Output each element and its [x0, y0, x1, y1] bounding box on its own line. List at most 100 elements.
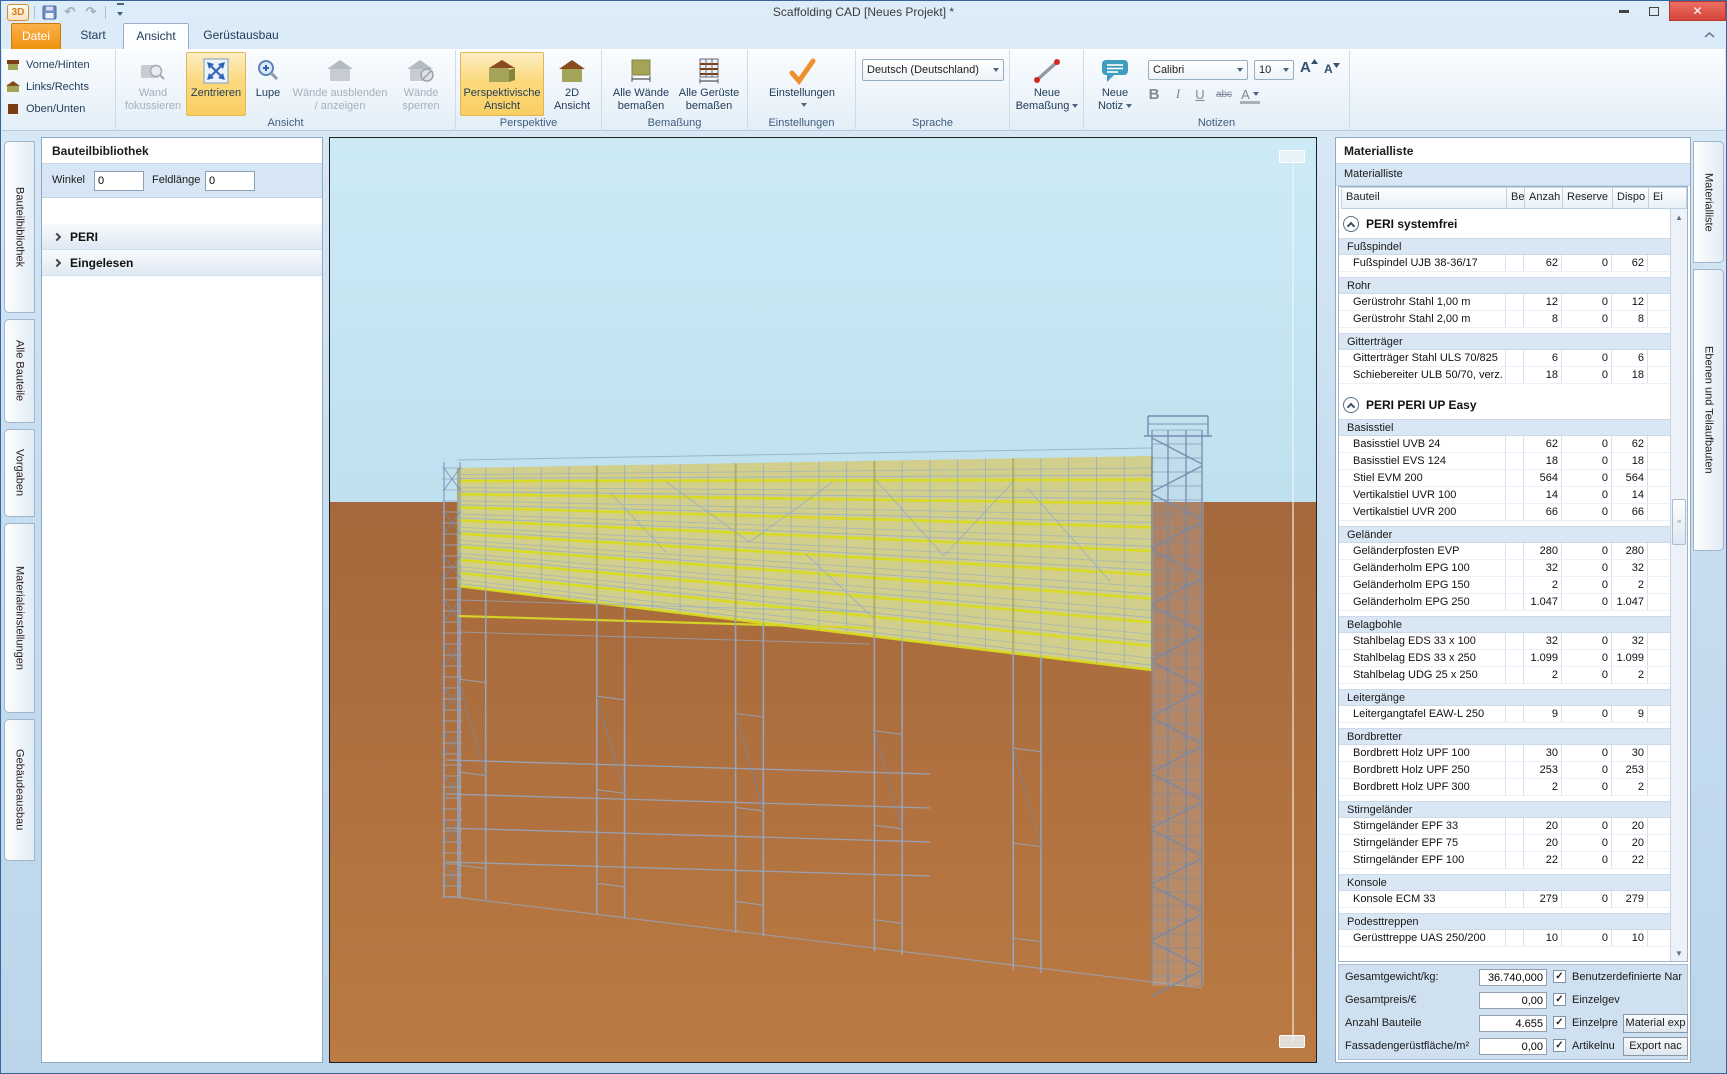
material-item-row[interactable]: Stahlbelag EDS 33 x 10032032 — [1339, 633, 1670, 650]
fassadengeruestflaeche-value[interactable] — [1479, 1038, 1547, 1055]
column-header-ei[interactable]: Ei — [1649, 187, 1687, 209]
material-item-row[interactable]: Basisstiel EVS 12418018 — [1339, 453, 1670, 470]
material-item-row[interactable]: Gerüstrohr Stahl 1,00 m12012 — [1339, 294, 1670, 311]
material-item-row[interactable]: Schiebereiter ULB 50/70, verz.18018 — [1339, 367, 1670, 384]
column-header-dispo[interactable]: Dispo — [1613, 187, 1649, 209]
collapse-ribbon-button[interactable] — [1701, 27, 1718, 43]
winkel-input[interactable] — [94, 171, 144, 191]
material-item-row[interactable]: Stirngeländer EPF 3320020 — [1339, 818, 1670, 835]
material-item-row[interactable]: Konsole ECM 332790279 — [1339, 891, 1670, 908]
oben-unten-button[interactable]: Oben/Unten — [6, 99, 108, 119]
material-item-row[interactable]: Geländerholm EPG 2501.04701.047 — [1339, 594, 1670, 611]
material-item-row[interactable]: Geländerpfosten EVP2800280 — [1339, 543, 1670, 560]
gesamtgewicht-value[interactable] — [1479, 969, 1547, 986]
zentrieren-button[interactable]: Zentrieren — [186, 52, 246, 116]
font-color-button[interactable]: A — [1240, 87, 1260, 104]
checkbox[interactable]: ✓ — [1553, 970, 1566, 983]
export-button[interactable]: Export nac — [1623, 1037, 1688, 1056]
alle-gerueste-bemassen-button[interactable]: Alle Gerüste bemaßen — [676, 52, 742, 116]
sidebar-tab-alle-bauteile[interactable]: Alle Bauteile — [4, 319, 35, 423]
material-item-row[interactable]: Stirngeländer EPF 10022022 — [1339, 852, 1670, 869]
material-item-row[interactable]: Stirngeländer EPF 7520020 — [1339, 835, 1670, 852]
language-select[interactable]: Deutsch (Deutschland) — [862, 59, 1004, 81]
sidebar-tab-gebaeudeausbau[interactable]: Gebäudeausbau — [4, 719, 35, 861]
note-font-size-select[interactable]: 10 — [1254, 60, 1294, 80]
material-item-row[interactable]: Vertikalstiel UVR 20066066 — [1339, 504, 1670, 521]
viewport-splitter-track[interactable] — [1292, 156, 1294, 1042]
sidebar-tab-ebenen-und-teilaufbauten[interactable]: Ebenen und Teilaufbauten — [1693, 269, 1724, 551]
viewport-3d[interactable] — [329, 137, 1317, 1063]
ansicht-2d-button[interactable]: 2D Ansicht — [546, 52, 598, 116]
save-button[interactable] — [40, 4, 58, 21]
scroll-up-button[interactable]: ▲ — [1671, 209, 1687, 225]
app-icon[interactable]: 3D — [7, 4, 29, 21]
redo-button[interactable]: ↷ — [82, 4, 100, 21]
material-group-row[interactable]: PERI systemfrei — [1339, 212, 1670, 236]
sidebar-tab-materialeinstellungen[interactable]: Materialeinstellungen — [4, 523, 35, 713]
material-item-row[interactable]: Geländerholm EPG 10032032 — [1339, 560, 1670, 577]
links-rechts-button[interactable]: Links/Rechts — [6, 77, 108, 97]
tab-geruestausbau[interactable]: Gerüstausbau — [193, 23, 289, 49]
section-peri[interactable]: PERI — [42, 224, 322, 250]
checkbox[interactable]: ✓ — [1553, 1016, 1566, 1029]
tab-datei[interactable]: Datei — [11, 23, 61, 49]
checkbox[interactable]: ✓ — [1553, 1039, 1566, 1052]
einstellungen-button[interactable]: Einstellungen — [758, 52, 846, 116]
scrollbar-thumb[interactable]: ≡ — [1672, 499, 1686, 545]
tab-ansicht[interactable]: Ansicht — [123, 23, 189, 49]
table-scrollbar[interactable]: ▲ ≡ ▼ — [1670, 209, 1687, 961]
material-item-row[interactable]: Leitergangtafel EAW-L 250909 — [1339, 706, 1670, 723]
waende-ausblenden-button[interactable]: Wände ausblenden / anzeigen — [290, 52, 390, 116]
anzahl-bauteile-value[interactable] — [1479, 1015, 1547, 1032]
waende-sperren-button[interactable]: Wände sperren — [392, 52, 450, 116]
material-item-row[interactable]: Geländerholm EPG 150202 — [1339, 577, 1670, 594]
column-header-be[interactable]: Be — [1507, 187, 1525, 209]
collapse-group-icon[interactable] — [1343, 397, 1359, 413]
close-button[interactable]: ✕ — [1669, 1, 1726, 21]
material-item-row[interactable]: Fußspindel UJB 38-36/1762062 — [1339, 255, 1670, 272]
underline-button[interactable]: U — [1190, 84, 1210, 104]
maximize-button[interactable] — [1639, 1, 1668, 21]
checkbox[interactable]: ✓ — [1553, 993, 1566, 1006]
lupe-button[interactable]: Lupe — [248, 52, 288, 116]
alle-waende-bemassen-button[interactable]: Alle Wände bemaßen — [608, 52, 674, 116]
strikethrough-button[interactable]: abc — [1214, 84, 1234, 104]
sidebar-tab-vorgaben[interactable]: Vorgaben — [4, 429, 35, 517]
perspektivische-ansicht-button[interactable]: Perspektivische Ansicht — [460, 52, 544, 116]
material-item-row[interactable]: Stahlbelag UDG 25 x 250202 — [1339, 667, 1670, 684]
shrink-font-button[interactable]: A — [1324, 62, 1340, 82]
column-header-bauteil[interactable]: Bauteil — [1341, 187, 1507, 209]
note-font-select[interactable]: Calibri — [1148, 60, 1248, 80]
column-header-reserve[interactable]: Reserve — [1563, 187, 1613, 209]
viewport-splitter-handle-top[interactable] — [1279, 150, 1305, 163]
neue-bemassung-button[interactable]: Neue Bemaßung — [1012, 52, 1082, 116]
viewport-splitter-handle-bottom[interactable] — [1279, 1035, 1305, 1048]
sidebar-tab-bauteilbibliothek[interactable]: Bauteilbibliothek — [4, 141, 35, 313]
material-item-row[interactable]: Bordbrett Holz UPF 10030030 — [1339, 745, 1670, 762]
material-item-row[interactable]: Gerüsttreppe UAS 250/20010010 — [1339, 930, 1670, 947]
material-item-row[interactable]: Vertikalstiel UVR 10014014 — [1339, 487, 1670, 504]
collapse-group-icon[interactable] — [1343, 216, 1359, 232]
wand-fokussieren-button[interactable]: Wand fokussieren — [122, 52, 184, 116]
customize-toolbar-button[interactable] — [111, 4, 129, 21]
neue-notiz-button[interactable]: Neue Notiz — [1088, 52, 1142, 116]
scroll-down-button[interactable]: ▼ — [1671, 945, 1687, 961]
material-item-row[interactable]: Basisstiel UVB 2462062 — [1339, 436, 1670, 453]
italic-button[interactable]: I — [1168, 84, 1188, 104]
grow-font-button[interactable]: A — [1300, 59, 1318, 79]
undo-button[interactable]: ↶ — [61, 4, 79, 21]
material-item-row[interactable]: Stiel EVM 2005640564 — [1339, 470, 1670, 487]
minimize-button[interactable] — [1609, 1, 1638, 21]
gesamtpreis-value[interactable] — [1479, 992, 1547, 1009]
sidebar-tab-materialliste[interactable]: Materialliste — [1693, 141, 1724, 263]
section-eingelesen[interactable]: Eingelesen — [42, 250, 322, 276]
column-header-anzahl[interactable]: Anzah — [1525, 187, 1563, 209]
material-item-row[interactable]: Gitterträger Stahl ULS 70/825606 — [1339, 350, 1670, 367]
material-export-button[interactable]: Material exp — [1623, 1014, 1688, 1033]
bold-button[interactable]: B — [1144, 84, 1164, 104]
material-item-row[interactable]: Bordbrett Holz UPF 300202 — [1339, 779, 1670, 796]
material-item-row[interactable]: Gerüstrohr Stahl 2,00 m808 — [1339, 311, 1670, 328]
feldlaenge-input[interactable] — [205, 171, 255, 191]
vorne-hinten-button[interactable]: Vorne/Hinten — [6, 55, 108, 75]
material-group-row[interactable]: PERI PERI UP Easy — [1339, 393, 1670, 417]
